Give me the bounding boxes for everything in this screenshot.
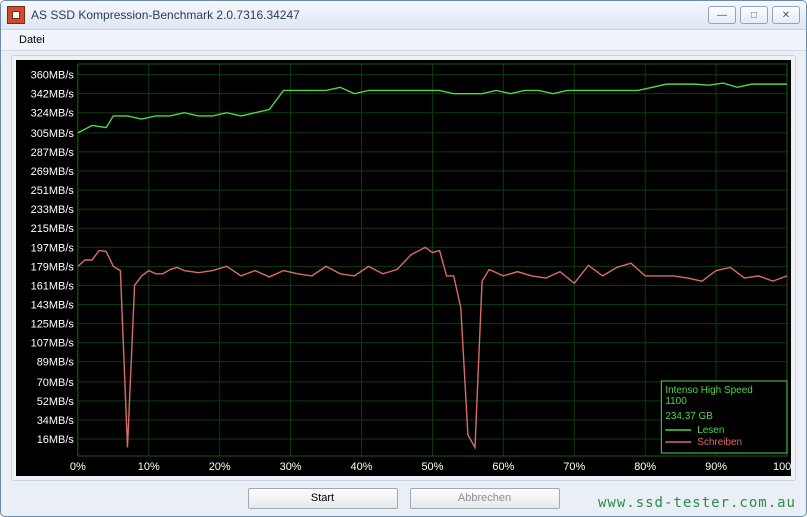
svg-text:233MB/s: 233MB/s [31,204,75,216]
svg-text:30%: 30% [280,461,302,473]
minimize-button[interactable]: ― [708,6,736,24]
app-window: AS SSD Kompression-Benchmark 2.0.7316.34… [0,0,807,517]
menu-file[interactable]: Datei [11,32,53,48]
menubar: Datei [1,30,806,51]
svg-text:215MB/s: 215MB/s [31,223,75,235]
window-controls: ― □ ✕ [708,6,800,24]
svg-text:197MB/s: 197MB/s [31,242,75,254]
svg-text:16MB/s: 16MB/s [37,434,75,446]
window-title: AS SSD Kompression-Benchmark 2.0.7316.34… [31,8,708,22]
svg-text:324MB/s: 324MB/s [31,108,75,120]
svg-text:107MB/s: 107MB/s [31,338,75,350]
svg-text:269MB/s: 269MB/s [31,166,75,178]
svg-text:34MB/s: 34MB/s [37,415,75,427]
svg-text:125MB/s: 125MB/s [31,319,75,331]
svg-text:342MB/s: 342MB/s [31,89,75,101]
svg-text:287MB/s: 287MB/s [31,147,75,159]
svg-text:20%: 20% [209,461,231,473]
svg-text:0%: 0% [70,461,86,473]
svg-text:70%: 70% [563,461,585,473]
svg-text:50%: 50% [421,461,443,473]
svg-text:80%: 80% [634,461,656,473]
start-button[interactable]: Start [248,488,398,509]
chart-panel: 16MB/s 34MB/s 52MB/s 70MB/s 89MB/s 107MB/s 125… [11,55,796,481]
svg-text:40%: 40% [351,461,373,473]
svg-text:251MB/s: 251MB/s [31,185,75,197]
footer: Start Abbrechen [1,485,806,511]
svg-text:179MB/s: 179MB/s [31,261,75,273]
svg-text:70MB/s: 70MB/s [37,377,75,389]
svg-text:10%: 10% [138,461,160,473]
svg-text:1100: 1100 [665,396,687,407]
app-icon [7,6,25,24]
svg-text:161MB/s: 161MB/s [31,280,75,292]
svg-text:305MB/s: 305MB/s [31,128,75,140]
svg-text:Intenso High Speed: Intenso High Speed [665,385,752,396]
svg-text:Lesen: Lesen [697,425,724,436]
svg-text:89MB/s: 89MB/s [37,357,75,369]
svg-text:Schreiben: Schreiben [697,437,742,448]
svg-text:60%: 60% [492,461,514,473]
svg-text:234,37 GB: 234,37 GB [665,411,713,422]
cancel-button: Abbrechen [410,488,560,509]
svg-text:143MB/s: 143MB/s [31,299,75,311]
titlebar: AS SSD Kompression-Benchmark 2.0.7316.34… [1,1,806,30]
svg-text:100%: 100% [773,461,791,473]
compression-chart: 16MB/s 34MB/s 52MB/s 70MB/s 89MB/s 107MB/s 125… [16,60,791,476]
svg-text:52MB/s: 52MB/s [37,396,75,408]
maximize-button[interactable]: □ [740,6,768,24]
svg-text:360MB/s: 360MB/s [31,70,75,82]
close-button[interactable]: ✕ [772,6,800,24]
svg-text:90%: 90% [705,461,727,473]
